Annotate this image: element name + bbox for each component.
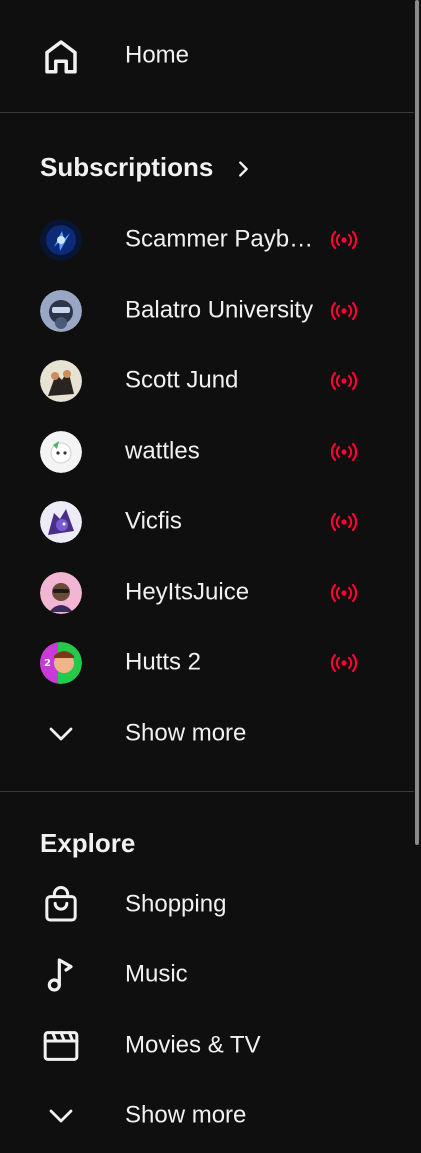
show-more-subscriptions-button[interactable]: Show more (0, 702, 414, 766)
live-icon (330, 512, 358, 532)
channel-name: Scott Jund (125, 366, 239, 394)
explore-item-shopping[interactable]: Shopping (0, 873, 414, 937)
explore-item-label: Music (125, 960, 188, 988)
nav-item-home[interactable]: Home (0, 24, 414, 88)
subscription-item[interactable]: wattles (0, 420, 414, 484)
channel-avatar (40, 572, 82, 614)
channel-name: Vicfis (125, 507, 182, 535)
subscription-item[interactable]: Scammer Payba… (0, 208, 414, 272)
shopping-bag-icon (40, 884, 82, 926)
music-note-icon (40, 954, 82, 996)
chevron-right-icon (232, 158, 254, 185)
subscription-item[interactable]: Scott Jund (0, 349, 414, 413)
section-title-subscriptions: Subscriptions (40, 152, 214, 182)
live-icon (330, 442, 358, 462)
subscription-item[interactable]: 2 Hutts 2 (0, 631, 414, 695)
live-icon (330, 301, 358, 321)
live-icon (330, 653, 358, 673)
nav-item-label: Home (125, 41, 190, 69)
svg-text:2: 2 (44, 658, 51, 669)
channel-name: wattles (125, 437, 200, 465)
channel-name: Balatro University (125, 296, 314, 324)
chevron-down-icon (40, 713, 82, 755)
channel-name: Scammer Payba… (125, 225, 322, 253)
explore-item-movies-tv[interactable]: Movies & TV (0, 1014, 414, 1078)
subscription-item[interactable]: Balatro University (0, 279, 414, 343)
divider (0, 791, 414, 792)
scrollbar-thumb[interactable] (415, 0, 419, 845)
channel-name: Hutts 2 (125, 648, 202, 676)
sidebar: Home Subscriptions Scammer Payba… Balatr… (0, 0, 421, 1153)
show-more-explore-button[interactable]: Show more (0, 1084, 414, 1148)
home-icon (40, 35, 82, 77)
live-icon (330, 371, 358, 391)
explore-item-music[interactable]: Music (0, 943, 414, 1007)
channel-name: HeyItsJuice (125, 578, 250, 606)
clapperboard-icon (40, 1025, 82, 1067)
show-more-label: Show more (125, 719, 247, 747)
channel-avatar (40, 360, 82, 402)
explore-item-label: Shopping (125, 890, 227, 918)
channel-avatar: 2 (40, 642, 82, 684)
explore-item-label: Movies & TV (125, 1031, 261, 1059)
scrollbar[interactable] (414, 0, 421, 1153)
subscriptions-header[interactable]: Subscriptions (0, 138, 414, 202)
section-title-explore: Explore (40, 828, 136, 858)
channel-avatar (40, 290, 82, 332)
channel-avatar (40, 501, 82, 543)
subscription-item[interactable]: Vicfis (0, 490, 414, 554)
channel-avatar (40, 431, 82, 473)
chevron-down-icon (40, 1095, 82, 1137)
show-more-label: Show more (125, 1101, 247, 1129)
subscription-item[interactable]: HeyItsJuice (0, 561, 414, 625)
live-icon (330, 230, 358, 250)
channel-avatar (40, 219, 82, 261)
divider (0, 112, 414, 113)
live-icon (330, 583, 358, 603)
